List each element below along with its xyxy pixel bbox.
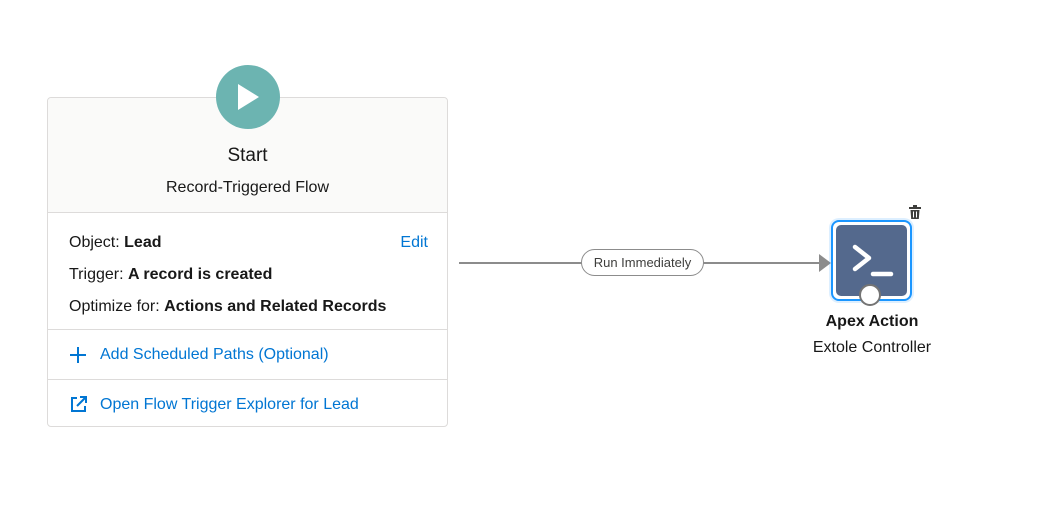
optimize-row: Optimize for: Actions and Related Record…	[69, 298, 386, 316]
node-connector-handle[interactable]	[859, 284, 881, 306]
add-scheduled-paths-label: Add Scheduled Paths (Optional)	[100, 345, 329, 363]
object-value: Lead	[124, 234, 162, 251]
optimize-value: Actions and Related Records	[164, 298, 387, 315]
plus-icon	[68, 345, 88, 365]
connector-arrowhead	[819, 254, 831, 272]
add-scheduled-paths-button[interactable]: Add Scheduled Paths (Optional)	[48, 330, 447, 379]
optimize-label: Optimize for:	[69, 298, 160, 315]
trigger-value: A record is created	[127, 266, 273, 283]
object-label: Object:	[69, 234, 120, 251]
edit-link[interactable]: Edit	[400, 234, 428, 252]
apex-action-title: Apex Action	[825, 313, 919, 330]
start-title: Start	[227, 145, 268, 166]
apex-action-subtitle: Extole Controller	[812, 339, 932, 356]
start-header: Start Record-Triggered Flow	[48, 65, 447, 213]
run-immediately-path-label[interactable]: Run Immediately	[581, 249, 704, 276]
external-link-icon	[68, 395, 88, 415]
trigger-label: Trigger:	[69, 266, 124, 283]
trash-icon[interactable]	[907, 204, 923, 220]
start-element-card[interactable]: Start Record-Triggered Flow Object: Lead…	[47, 65, 448, 429]
open-flow-trigger-explorer-label: Open Flow Trigger Explorer for Lead	[100, 395, 359, 413]
open-flow-trigger-explorer-link[interactable]: Open Flow Trigger Explorer for Lead	[48, 379, 447, 429]
start-subtitle: Record-Triggered Flow	[165, 179, 329, 196]
start-details: Object: Lead Edit Trigger: A record is c…	[48, 213, 447, 330]
play-icon	[216, 65, 280, 129]
object-row: Object: Lead	[69, 234, 161, 252]
trigger-row: Trigger: A record is created	[69, 266, 272, 284]
